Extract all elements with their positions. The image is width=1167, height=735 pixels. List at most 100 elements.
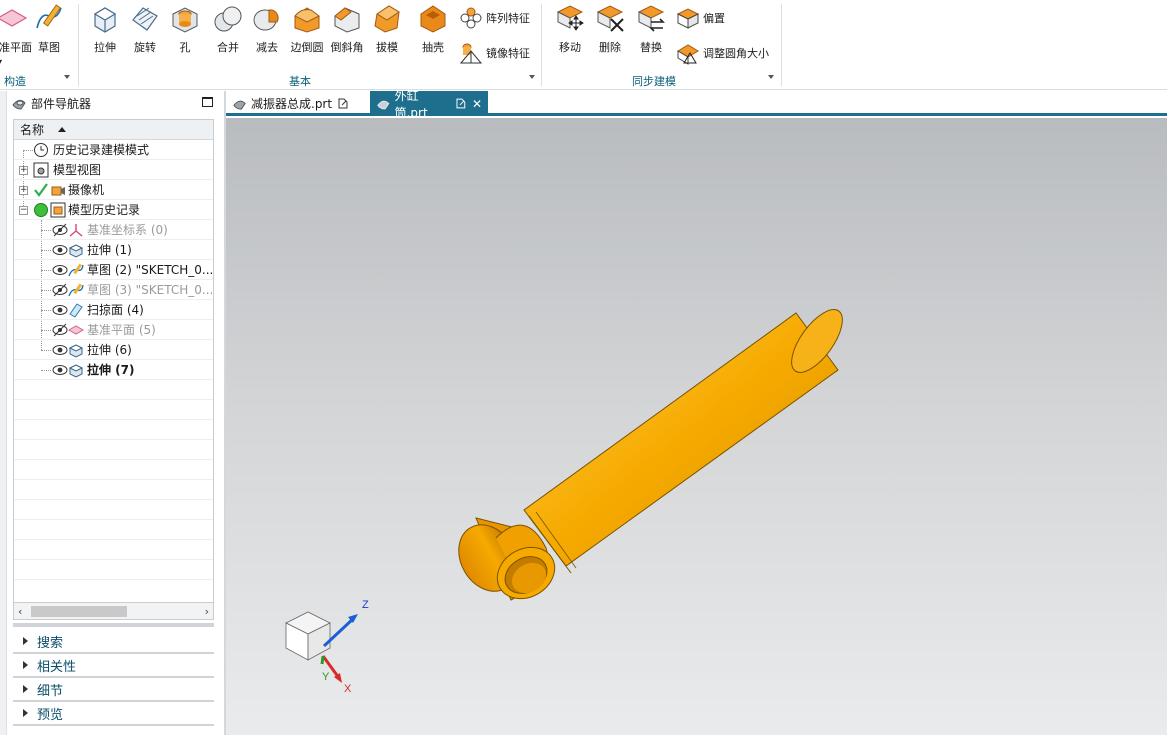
tree-row-label: 草图 (2) "SKETCH_0... (87, 263, 214, 277)
replace-face-button[interactable]: 替换 (631, 2, 671, 55)
shell-button[interactable]: 抽壳 (413, 2, 453, 55)
modified-document-icon (338, 98, 348, 109)
group-title-basic: 基本 (289, 75, 311, 88)
eye-icon[interactable] (52, 362, 68, 378)
group-construct: 基准平面 ▾ 草图 构造 (0, 0, 78, 90)
tree-row-sketch-3[interactable]: 草图 (3) "SKETCH_0... (14, 280, 213, 300)
tree-row-history-mode[interactable]: 历史记录建模模式 (14, 140, 213, 160)
clock-icon (34, 143, 48, 157)
revolve-icon (132, 7, 158, 31)
collapse-icon[interactable]: − (19, 206, 28, 215)
dropdown-arrow-icon[interactable]: ▾ (0, 57, 2, 66)
tree-row-sketch-2[interactable]: 草图 (2) "SKETCH_0... (14, 260, 213, 280)
close-tab-icon[interactable]: ✕ (472, 97, 482, 111)
delete-face-button[interactable]: 删除 (590, 2, 630, 55)
part-navigator: 部件导航器 名称 历史记录建模模式 + 模型视图 + 摄像机 − 模型历史记录 … (0, 91, 224, 735)
tree-row-cameras[interactable]: + 摄像机 (14, 180, 213, 200)
outer-cylinder-body[interactable] (523, 302, 852, 574)
tree-row-label: 基准平面 (5) (87, 323, 156, 337)
scroll-left-icon[interactable]: ‹ (18, 605, 22, 618)
sketch-button[interactable]: 草图 (29, 2, 69, 55)
graphics-viewport[interactable]: Z Y X (226, 118, 1167, 735)
panel-splitter[interactable] (13, 623, 214, 627)
datum-plane-icon (68, 325, 84, 335)
eye-hidden-icon[interactable] (52, 322, 68, 338)
sketch-icon (68, 283, 84, 297)
shell-label: 抽壳 (422, 41, 444, 54)
offset-region-button[interactable]: 偏置 (676, 5, 725, 31)
extrude-icon (68, 344, 84, 358)
extrude-button[interactable]: 拉伸 (85, 2, 125, 55)
expand-icon[interactable]: + (19, 186, 28, 195)
scrollbar-thumb[interactable] (31, 606, 127, 617)
orientation-triad[interactable]: Z Y X (285, 599, 369, 695)
unite-label: 合并 (217, 41, 239, 54)
resize-blend-button[interactable]: 调整圆角大小 (676, 40, 769, 66)
pattern-feature-button[interactable]: 阵列特征 (459, 5, 530, 31)
edge-blend-icon (294, 7, 320, 33)
tab-label: 外缸筒.prt (394, 88, 428, 120)
chamfer-icon (334, 7, 360, 33)
sketch-icon (68, 263, 84, 277)
mirror-feature-label: 镜像特征 (486, 47, 530, 60)
tree-line (41, 250, 51, 251)
sketch-icon (36, 4, 62, 29)
datum-csys-icon (69, 224, 83, 237)
section-details[interactable]: 细节 (13, 678, 214, 702)
x-axis-label: X (344, 683, 352, 695)
tab-outer-cylinder[interactable]: 外缸筒.prt ✕ (370, 89, 488, 120)
chamfer-button[interactable]: 倒斜角 (327, 2, 367, 55)
move-face-button[interactable]: 移动 (550, 2, 590, 55)
group-construct-expand-icon[interactable] (64, 75, 70, 79)
edge-blend-button[interactable]: 边倒圆 (287, 2, 327, 55)
unite-button[interactable]: 合并 (208, 2, 248, 55)
tree-row-label: 模型视图 (53, 163, 102, 177)
draft-button[interactable]: 拔模 (367, 2, 407, 55)
tree-row-datum-csys[interactable]: 基准坐标系 (0) (14, 220, 213, 240)
model-view-icon (33, 162, 49, 178)
tree-row-extrude-6[interactable]: 拉伸 (6) (14, 340, 213, 360)
tree-row-empty (14, 380, 213, 400)
eye-icon[interactable] (52, 242, 68, 258)
part-navigator-icon (12, 99, 26, 110)
tree-row-label: 拉伸 (6) (87, 343, 132, 357)
eye-hidden-icon[interactable] (52, 222, 68, 238)
section-dependencies[interactable]: 相关性 (13, 654, 214, 678)
datum-plane-icon (0, 9, 28, 27)
offset-region-icon (676, 8, 700, 29)
mirror-feature-button[interactable]: 镜像特征 (459, 40, 530, 66)
section-preview[interactable]: 预览 (13, 702, 214, 726)
scroll-right-icon[interactable]: › (205, 605, 209, 618)
tree-row-swept-face-4[interactable]: 扫掠面 (4) (14, 300, 213, 320)
tree-row-empty (14, 460, 213, 480)
column-header-name[interactable]: 名称 (14, 120, 213, 140)
eye-icon[interactable] (52, 302, 68, 318)
eye-hidden-icon[interactable] (52, 282, 68, 298)
tree-row-model-views[interactable]: + 模型视图 (14, 160, 213, 180)
eye-icon[interactable] (52, 342, 68, 358)
tab-assembly[interactable]: 减振器总成.prt (226, 91, 366, 116)
tree-row-model-history[interactable]: − 模型历史记录 (14, 200, 213, 220)
model-canvas[interactable]: Z Y X (226, 118, 1167, 735)
resize-blend-icon (677, 44, 699, 65)
hole-button[interactable]: 孔 (165, 2, 205, 55)
horizontal-scrollbar[interactable]: ‹ › (13, 603, 214, 620)
tree-row-extrude-7[interactable]: 拉伸 (7) (14, 360, 213, 380)
maximize-icon[interactable] (202, 97, 213, 107)
document-tab-bar: 减振器总成.prt 外缸筒.prt ✕ (226, 89, 1167, 120)
y-axis-arrow (320, 655, 325, 665)
sketch-label: 草图 (38, 41, 60, 54)
expand-icon[interactable]: + (19, 166, 28, 175)
hole-label: 孔 (179, 41, 191, 54)
group-basic-expand-icon[interactable] (529, 75, 535, 79)
tree-row-empty (14, 400, 213, 420)
tree-row-datum-plane-5[interactable]: 基准平面 (5) (14, 320, 213, 340)
subtract-button[interactable]: 减去 (247, 2, 287, 55)
tree-line (23, 150, 33, 151)
eye-icon[interactable] (52, 262, 68, 278)
sort-ascending-icon[interactable] (58, 127, 67, 132)
tree-row-extrude-1[interactable]: 拉伸 (1) (14, 240, 213, 260)
section-search[interactable]: 搜索 (13, 630, 214, 654)
group-sync-expand-icon[interactable] (768, 75, 774, 79)
revolve-button[interactable]: 旋转 (125, 2, 165, 55)
